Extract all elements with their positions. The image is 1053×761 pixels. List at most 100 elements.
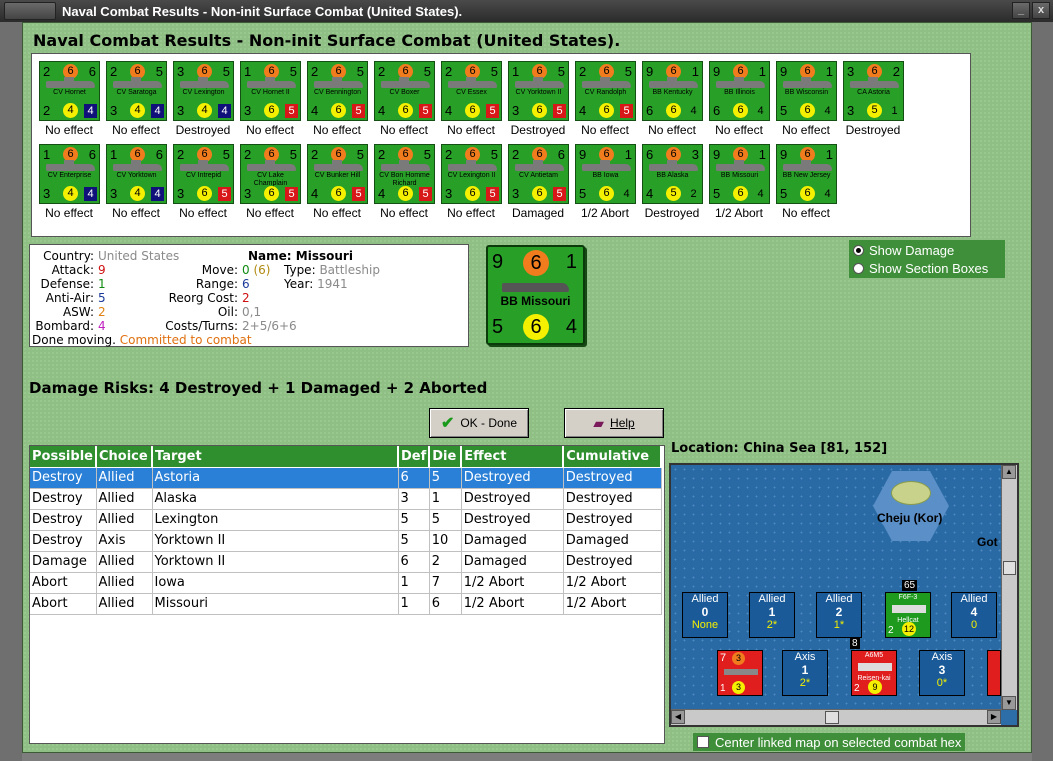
- unit-counter-cell[interactable]: 1 6 6 CV Yorktown 3 4 4 No effect: [104, 144, 168, 226]
- table-row[interactable]: Damage Allied Yorktown II 6 2 Damaged Destroye…: [30, 551, 662, 573]
- map-horizontal-scrollbar[interactable]: ◀ ▶: [671, 709, 1001, 725]
- unit-counter-cell[interactable]: 9 6 1 BB Iowa 5 6 4 1/2 Abort: [573, 144, 637, 226]
- scroll-up-icon[interactable]: ▲: [1002, 465, 1016, 479]
- counter-tl: 9: [780, 147, 788, 162]
- scroll-thumb-h[interactable]: [825, 711, 839, 724]
- unit-counter-cell[interactable]: 2 6 5 CV Randolph 4 6 5 No effect: [573, 61, 637, 143]
- map-viewport[interactable]: Cheju (Kor) Got Allied 0 None Allied 1 2…: [671, 465, 1001, 710]
- unit-counter-cell[interactable]: 1 6 5 CV Yorktown II 3 6 5 Destroyed: [506, 61, 570, 143]
- unit-counter[interactable]: 9 6 1 BB Kentucky 6 6 4: [642, 61, 703, 121]
- linked-map[interactable]: Cheju (Kor) Got Allied 0 None Allied 1 2…: [669, 463, 1019, 727]
- unit-counter-cell[interactable]: 2 6 5 CV Lake Champlain 3 6 5 No effect: [238, 144, 302, 226]
- minimize-button[interactable]: _: [1012, 2, 1030, 19]
- hellcat-unit[interactable]: 65 F6F-3 Hellcat 2 12: [885, 580, 931, 638]
- counter-bl: 4: [311, 103, 319, 118]
- allied-section-box-2[interactable]: Allied 2 1*: [816, 592, 862, 638]
- table-row[interactable]: Abort Allied Iowa 1 7 1/2 Abort 1/2 Abort: [30, 572, 662, 594]
- unit-counter[interactable]: 3 6 5 CV Lexington 3 4 4: [173, 61, 234, 121]
- unit-counter-cell[interactable]: 9 6 1 BB Missouri 5 6 4 1/2 Abort: [707, 144, 771, 226]
- scroll-right-icon[interactable]: ▶: [987, 710, 1001, 724]
- unit-counter-cell[interactable]: 6 6 3 BB Alaska 4 5 2 Destroyed: [640, 144, 704, 226]
- unit-counter-cell[interactable]: 9 6 1 BB New Jersey 5 6 4 No effect: [774, 144, 838, 226]
- axis-unit-partial[interactable]: [987, 650, 1001, 696]
- checkbox-box[interactable]: [697, 736, 709, 748]
- unit-counter-cell[interactable]: 2 6 5 CV Boxer 4 6 5 No effect: [372, 61, 436, 143]
- table-row[interactable]: Destroy Allied Lexington 5 5 Destroyed Destroy…: [30, 509, 662, 531]
- unit-counter[interactable]: 2 6 6 CV Hornet 2 4 4: [39, 61, 100, 121]
- unit-counter[interactable]: 1 6 5 CV Yorktown II 3 6 5: [508, 61, 569, 121]
- table-row[interactable]: Destroy Allied Alaska 3 1 Destroyed Destroyed: [30, 488, 662, 510]
- unit-counter[interactable]: 3 6 2 CA Astoria 3 5 1: [843, 61, 904, 121]
- unit-counter-cell[interactable]: 9 6 1 BB Wisconsin 5 6 4 No effect: [774, 61, 838, 143]
- reisen-kai-unit[interactable]: 8 A6M5 Reisen-kai 2 9: [850, 638, 897, 696]
- unit-counter[interactable]: 2 6 5 CV Saratoga 3 4 4: [106, 61, 167, 121]
- unit-counter-cell[interactable]: 2 6 5 CV Lexington II 3 6 5 No effect: [439, 144, 503, 226]
- allied-section-box-0[interactable]: Allied 0 None: [682, 592, 728, 638]
- radio-selected-icon[interactable]: [853, 245, 864, 256]
- center-map-checkbox[interactable]: Center linked map on selected combat hex: [693, 733, 966, 751]
- axis-section-box-3[interactable]: Axis 3 0*: [919, 650, 965, 696]
- unit-counter[interactable]: 1 6 5 CV Hornet II 3 6 5: [240, 61, 301, 121]
- map-vertical-scrollbar[interactable]: ▲ ▼: [1001, 465, 1017, 710]
- header-def[interactable]: Def: [398, 446, 431, 468]
- unit-counter[interactable]: 2 6 5 CV Lexington II 3 6 5: [441, 144, 502, 204]
- axis-section-box-1[interactable]: Axis 1 2*: [782, 650, 828, 696]
- unit-counter[interactable]: 6 6 3 BB Alaska 4 5 2: [642, 144, 703, 204]
- unit-counter[interactable]: 1 6 6 CV Enterprise 3 4 4: [39, 144, 100, 204]
- unit-counter-cell[interactable]: 2 6 5 CV Bunker Hill 4 6 5 No effect: [305, 144, 369, 226]
- scroll-down-icon[interactable]: ▼: [1002, 696, 1016, 710]
- header-choice[interactable]: Choice: [96, 446, 153, 468]
- close-button[interactable]: x: [1032, 2, 1050, 19]
- unit-counter[interactable]: 9 6 1 BB Illinois 6 6 4: [709, 61, 770, 121]
- header-effect[interactable]: Effect: [461, 446, 565, 468]
- radio-unselected-icon[interactable]: [853, 263, 864, 274]
- header-target[interactable]: Target: [152, 446, 399, 468]
- unit-counter-cell[interactable]: 1 6 5 CV Hornet II 3 6 5 No effect: [238, 61, 302, 143]
- unit-counter-cell[interactable]: 2 6 5 CV Essex 4 6 5 No effect: [439, 61, 503, 143]
- unit-counter[interactable]: 9 6 1 BB New Jersey 5 6 4: [776, 144, 837, 204]
- header-possible[interactable]: Possible: [30, 446, 97, 468]
- cheju-hex[interactable]: [873, 471, 949, 541]
- unit-counter[interactable]: 2 6 5 CV Bennington 4 6 5: [307, 61, 368, 121]
- unit-counter-cell[interactable]: 9 6 1 BB Kentucky 6 6 4 No effect: [640, 61, 704, 143]
- show-section-boxes-radio[interactable]: Show Section Boxes: [853, 261, 988, 276]
- help-button[interactable]: ▰ Help: [564, 408, 664, 438]
- unit-counter-cell[interactable]: 2 6 6 CV Antietam 3 6 5 Damaged: [506, 144, 570, 226]
- selected-unit-counter[interactable]: 9 6 1 BB Missouri 5 6 4: [486, 245, 585, 345]
- unit-counter-cell[interactable]: 3 6 5 CV Lexington 3 4 4 Destroyed: [171, 61, 235, 143]
- unit-counter[interactable]: 2 6 5 CV Boxer 4 6 5: [374, 61, 435, 121]
- unit-counter-cell[interactable]: 2 6 5 CV Intrepid 3 6 5 No effect: [171, 144, 235, 226]
- axis-ship-unit[interactable]: 7 3 1 3: [717, 650, 763, 696]
- scroll-thumb-v[interactable]: [1003, 561, 1016, 575]
- unit-counter[interactable]: 2 6 6 CV Antietam 3 6 5: [508, 144, 569, 204]
- allied-section-box-4[interactable]: Allied 4 0: [951, 592, 997, 638]
- unit-counter[interactable]: 9 6 1 BB Wisconsin 5 6 4: [776, 61, 837, 121]
- unit-counter[interactable]: 2 6 5 CV Bon Homme Richard 4 6 5: [374, 144, 435, 204]
- header-cumulative[interactable]: Cumulative: [563, 446, 662, 468]
- ok-done-button[interactable]: ✔ OK - Done: [429, 408, 529, 438]
- window-menu-button[interactable]: [4, 2, 56, 20]
- unit-counter[interactable]: 9 6 1 BB Iowa 5 6 4: [575, 144, 636, 204]
- table-cell: Iowa: [152, 572, 399, 594]
- show-damage-radio[interactable]: Show Damage: [853, 243, 954, 258]
- unit-counter[interactable]: 2 6 5 CV Randolph 4 6 5: [575, 61, 636, 121]
- unit-counter[interactable]: 2 6 5 CV Essex 4 6 5: [441, 61, 502, 121]
- unit-counter-cell[interactable]: 9 6 1 BB Illinois 6 6 4 No effect: [707, 61, 771, 143]
- unit-counter[interactable]: 2 6 5 CV Bunker Hill 4 6 5: [307, 144, 368, 204]
- unit-counter-cell[interactable]: 3 6 2 CA Astoria 3 5 1 Destroyed: [841, 61, 905, 143]
- unit-counter[interactable]: 1 6 6 CV Yorktown 3 4 4: [106, 144, 167, 204]
- unit-counter[interactable]: 2 6 5 CV Lake Champlain 3 6 5: [240, 144, 301, 204]
- allied-section-box-1[interactable]: Allied 1 2*: [749, 592, 795, 638]
- unit-counter-cell[interactable]: 2 6 5 CV Bennington 4 6 5 No effect: [305, 61, 369, 143]
- unit-counter-cell[interactable]: 1 6 6 CV Enterprise 3 4 4 No effect: [37, 144, 101, 226]
- unit-counter-cell[interactable]: 2 6 5 CV Saratoga 3 4 4 No effect: [104, 61, 168, 143]
- unit-counter[interactable]: 9 6 1 BB Missouri 5 6 4: [709, 144, 770, 204]
- table-row[interactable]: Destroy Allied Astoria 6 5 Destroyed Destroyed: [30, 467, 662, 489]
- header-die[interactable]: Die: [429, 446, 463, 468]
- unit-counter-cell[interactable]: 2 6 5 CV Bon Homme Richard 4 6 5 No effect: [372, 144, 436, 226]
- unit-counter-cell[interactable]: 2 6 6 CV Hornet 2 4 4 No effect: [37, 61, 101, 143]
- unit-counter[interactable]: 2 6 5 CV Intrepid 3 6 5: [173, 144, 234, 204]
- scroll-left-icon[interactable]: ◀: [671, 710, 685, 724]
- table-row[interactable]: Destroy Axis Yorktown II 5 10 Damaged Damaged: [30, 530, 662, 552]
- table-row[interactable]: Abort Allied Missouri 1 6 1/2 Abort 1/2 Abort: [30, 593, 662, 615]
